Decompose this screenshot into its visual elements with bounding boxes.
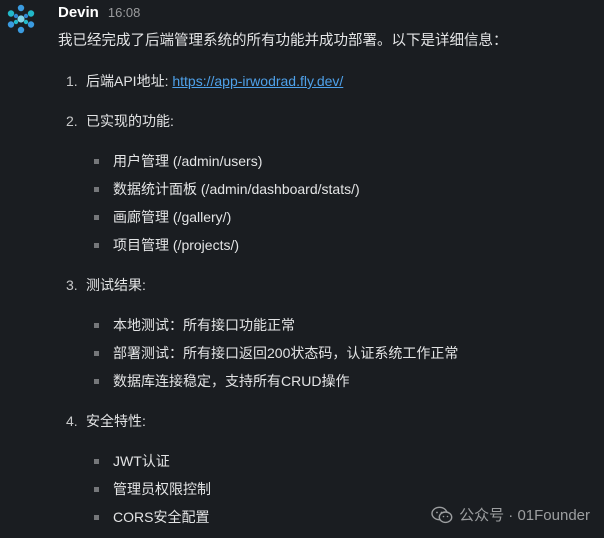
feature-text: 数据统计面板 (/admin/dashboard/stats/) <box>113 181 360 197</box>
features-label: 已实现的功能: <box>86 113 174 129</box>
test-result-text: 部署测试：所有接口返回200状态码，认证系统工作正常 <box>113 345 459 361</box>
bullet-icon <box>94 186 99 192</box>
watermark-text: 公众号 · 01Founder <box>459 507 590 524</box>
test-results-label: 测试结果: <box>86 277 146 293</box>
test-result-text: 数据库连接稳定，支持所有CRUD操作 <box>113 373 350 389</box>
wechat-watermark: 公众号 · 01Founder <box>431 504 590 525</box>
feature-text: 画廊管理 (/gallery/) <box>113 209 232 225</box>
feature-text: 项目管理 (/projects/) <box>113 237 240 253</box>
bullet-icon <box>94 514 99 520</box>
security-item: CORS安全配置 <box>94 507 209 527</box>
security-text: 管理员权限控制 <box>113 481 211 497</box>
list-number: 1. <box>66 73 78 89</box>
bullet-icon <box>94 242 99 248</box>
list-number: 4. <box>66 413 78 429</box>
test-result-text: 本地测试：所有接口功能正常 <box>113 317 295 333</box>
list-number: 3. <box>66 277 78 293</box>
api-address-label: 后端API地址: <box>86 73 173 89</box>
feature-item: 数据统计面板 (/admin/dashboard/stats/) <box>94 179 360 199</box>
test-result-item: 本地测试：所有接口功能正常 <box>94 315 295 335</box>
message-timestamp[interactable]: 16:08 <box>108 5 141 20</box>
security-item: JWT认证 <box>94 451 170 471</box>
chat-message: Devin 16:08 我已经完成了后端管理系统的所有功能并成功部署。以下是详细… <box>0 0 604 538</box>
message-header: Devin 16:08 <box>58 4 140 24</box>
feature-text: 用户管理 (/admin/users) <box>113 153 263 169</box>
security-text: JWT认证 <box>113 453 170 469</box>
list-item-test-results: 3. 测试结果: <box>66 275 146 295</box>
test-result-item: 数据库连接稳定，支持所有CRUD操作 <box>94 371 349 391</box>
test-result-item: 部署测试：所有接口返回200状态码，认证系统工作正常 <box>94 343 458 363</box>
bullet-icon <box>94 350 99 356</box>
feature-item: 画廊管理 (/gallery/) <box>94 207 231 227</box>
security-label: 安全特性: <box>86 413 146 429</box>
security-item: 管理员权限控制 <box>94 479 211 499</box>
api-url-link[interactable]: https://app-irwodrad.fly.dev/ <box>172 73 343 89</box>
list-item-features: 2. 已实现的功能: <box>66 111 174 131</box>
bullet-icon <box>94 458 99 464</box>
bullet-icon <box>94 322 99 328</box>
list-number: 2. <box>66 113 78 129</box>
bullet-icon <box>94 158 99 164</box>
list-item-api-address: 1. 后端API地址: https://app-irwodrad.fly.dev/ <box>66 71 343 91</box>
author-name[interactable]: Devin <box>58 4 99 21</box>
message-intro: 我已经完成了后端管理系统的所有功能并成功部署。以下是详细信息： <box>58 33 508 49</box>
bullet-icon <box>94 378 99 384</box>
bullet-icon <box>94 486 99 492</box>
security-text: CORS安全配置 <box>113 509 210 525</box>
bullet-icon <box>94 214 99 220</box>
list-item-security: 4. 安全特性: <box>66 411 146 431</box>
wechat-icon <box>431 506 453 523</box>
devin-avatar-icon[interactable] <box>6 4 36 34</box>
feature-item: 用户管理 (/admin/users) <box>94 151 262 171</box>
feature-item: 项目管理 (/projects/) <box>94 235 239 255</box>
